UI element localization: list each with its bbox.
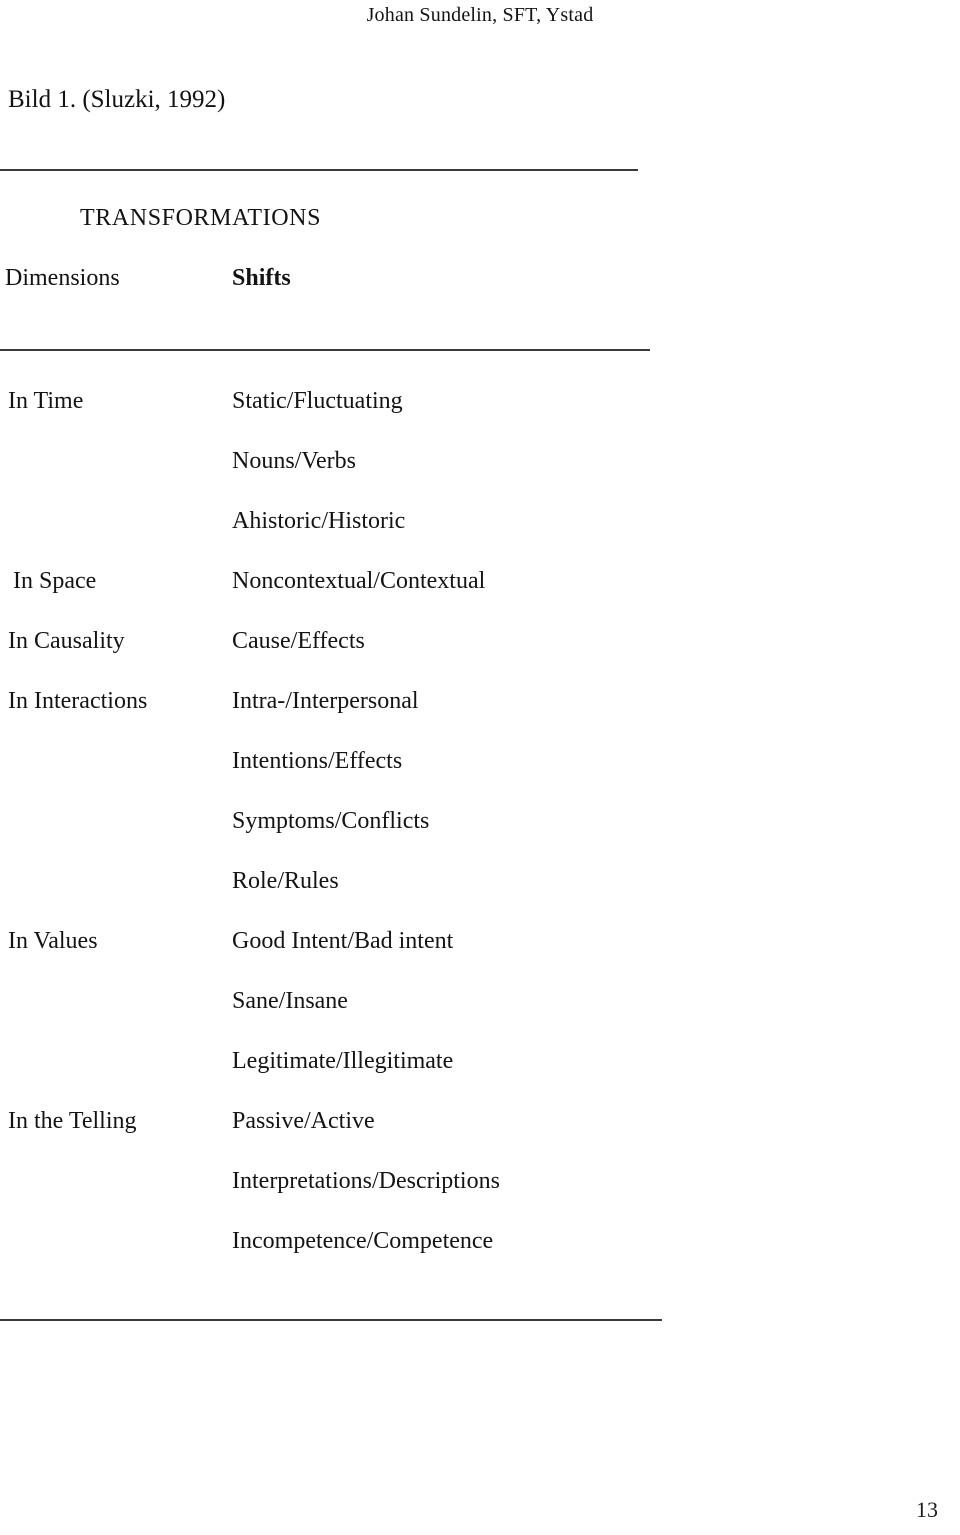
table-row: Intentions/Effects bbox=[0, 748, 960, 808]
table-row: In Causality Cause/Effects bbox=[0, 628, 960, 688]
horizontal-rule-middle bbox=[0, 349, 650, 351]
table-cell-shift: Nouns/Verbs bbox=[232, 448, 356, 474]
table-cell-shift: Noncontextual/Contextual bbox=[232, 568, 486, 594]
table-cell-shift: Incompetence/Competence bbox=[232, 1228, 494, 1254]
table-cell-shift: Cause/Effects bbox=[232, 628, 365, 654]
table-cell-dimension: In the Telling bbox=[8, 1108, 137, 1134]
page-number: 13 bbox=[916, 1497, 938, 1522]
table-row: In Interactions Intra-/Interpersonal bbox=[0, 688, 960, 748]
table-row: In Values Good Intent/Bad intent bbox=[0, 928, 960, 988]
horizontal-rule-top bbox=[0, 169, 638, 171]
running-header: Johan Sundelin, SFT, Ystad bbox=[366, 4, 594, 26]
table-cell-shift: Passive/Active bbox=[232, 1108, 375, 1134]
table-cell-shift: Role/Rules bbox=[232, 868, 339, 894]
table-row: Nouns/Verbs bbox=[0, 448, 960, 508]
table-cell-dimension: In Causality bbox=[8, 628, 125, 654]
table-body: In Time Static/Fluctuating Nouns/Verbs Ahis… bbox=[0, 388, 960, 1288]
column-header-dimensions: Dimensions bbox=[5, 265, 120, 291]
figure-caption: Bild 1. (Sluzki, 1992) bbox=[8, 86, 226, 113]
table-row: Symptoms/Conflicts bbox=[0, 808, 960, 868]
table-row: In Space Noncontextual/Contextual bbox=[0, 568, 960, 628]
table-row: Sane/Insane bbox=[0, 988, 960, 1048]
table-cell-shift: Symptoms/Conflicts bbox=[232, 808, 430, 834]
table-cell-shift: Sane/Insane bbox=[232, 988, 348, 1014]
table-cell-dimension: In Interactions bbox=[8, 688, 148, 714]
column-header-shifts: Shifts bbox=[232, 265, 291, 291]
table-row: In Time Static/Fluctuating bbox=[0, 388, 960, 448]
table-cell-shift: Good Intent/Bad intent bbox=[232, 928, 454, 954]
table-cell-shift: Intra-/Interpersonal bbox=[232, 688, 419, 714]
table-cell-shift: Intentions/Effects bbox=[232, 748, 403, 774]
table-cell-dimension: In Values bbox=[8, 928, 98, 954]
table-cell-shift: Interpretations/Descriptions bbox=[232, 1168, 500, 1194]
table-row: Legitimate/Illegitimate bbox=[0, 1048, 960, 1108]
table-row: Incompetence/Competence bbox=[0, 1228, 960, 1288]
document-page: Johan Sundelin, SFT, Ystad Bild 1. (Sluz… bbox=[0, 0, 960, 1535]
table-title: TRANSFORMATIONS bbox=[80, 205, 322, 231]
table-row: Role/Rules bbox=[0, 868, 960, 928]
table-row: Interpretations/Descriptions bbox=[0, 1168, 960, 1228]
table-cell-dimension: In Time bbox=[8, 388, 84, 414]
table-row: In the Telling Passive/Active bbox=[0, 1108, 960, 1168]
table-cell-shift: Ahistoric/Historic bbox=[232, 508, 406, 534]
table-cell-shift: Legitimate/Illegitimate bbox=[232, 1048, 454, 1074]
horizontal-rule-bottom bbox=[0, 1319, 662, 1321]
table-cell-shift: Static/Fluctuating bbox=[232, 388, 403, 414]
table-cell-dimension: In Space bbox=[13, 568, 97, 594]
table-row: Ahistoric/Historic bbox=[0, 508, 960, 568]
